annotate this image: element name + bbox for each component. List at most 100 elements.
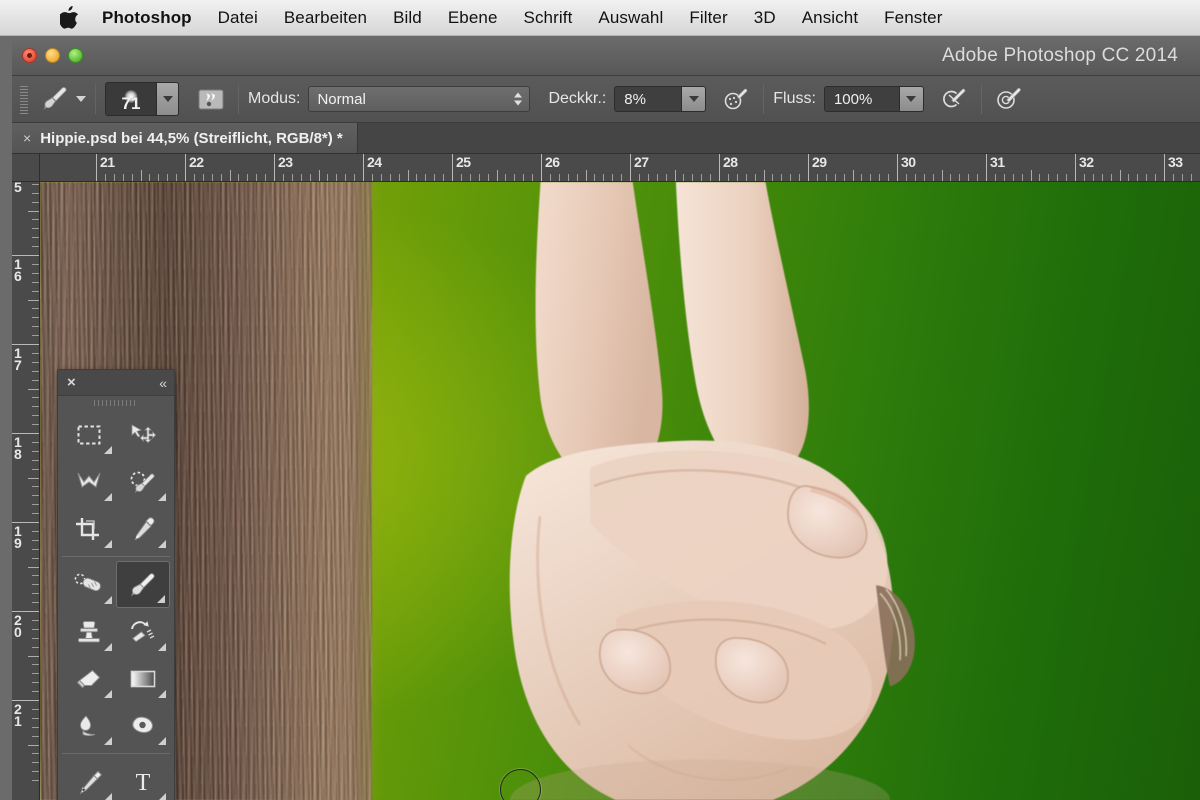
ruler-minor-tick [754, 174, 756, 181]
menu-item-bearbeiten[interactable]: Bearbeiten [271, 0, 380, 36]
ruler-minor-tick [843, 174, 845, 181]
menu-item-3d[interactable]: 3D [741, 0, 789, 36]
menu-item-auswahl[interactable]: Auswahl [585, 0, 676, 36]
menu-item-photoshop[interactable]: Photoshop [92, 0, 205, 36]
ruler-minor-tick [425, 174, 427, 181]
blend-mode-select[interactable]: Normal [308, 86, 531, 112]
brush-size-dropdown-button[interactable] [157, 82, 179, 116]
horizontal-ruler[interactable]: 21 22 23 24 25 26 27 28 29 30 31 32 33 [40, 154, 1200, 182]
ruler-minor-tick [460, 174, 462, 181]
image-canvas[interactable] [40, 182, 1200, 800]
opacity-pressure-icon[interactable] [718, 84, 754, 114]
opacity-label: Deckkr.: [548, 90, 607, 107]
zoom-button[interactable] [68, 48, 83, 63]
work-area: 21222324252627282930313233 1 51 61 71 81… [12, 154, 1200, 800]
ruler-minor-tick [32, 673, 39, 675]
opacity-control[interactable]: 8% [614, 86, 707, 112]
macos-menu-bar: Photoshop Datei Bearbeiten Bild Ebene Sc… [0, 0, 1200, 36]
options-bar-grip[interactable] [16, 84, 32, 114]
ruler-minor-tick [1190, 174, 1192, 181]
ruler-label: 2 0 [14, 612, 22, 640]
brush-panel-toggle-icon[interactable] [193, 84, 229, 114]
svg-text:T: T [136, 770, 151, 795]
ruler-minor-tick [300, 174, 302, 181]
close-button[interactable] [22, 48, 37, 63]
ruler-minor-tick [1110, 174, 1112, 181]
ruler-minor-tick [32, 646, 39, 648]
tool-gradient[interactable] [116, 655, 170, 702]
tool-rectangular-marquee[interactable] [62, 411, 116, 458]
airbrush-icon[interactable] [936, 84, 972, 114]
flow-dropdown-button[interactable] [899, 86, 924, 112]
brush-size-control[interactable]: 71 [105, 82, 179, 116]
ruler-label: 22 [189, 154, 204, 170]
ruler-label: 1 6 [14, 256, 22, 284]
tool-blur[interactable] [62, 702, 116, 749]
ruler-origin-box[interactable] [12, 154, 40, 182]
ruler-minor-tick [389, 174, 391, 181]
tool-pen[interactable] [62, 758, 116, 800]
menu-item-filter[interactable]: Filter [676, 0, 740, 36]
menu-item-ebene[interactable]: Ebene [435, 0, 511, 36]
apple-logo-icon[interactable] [52, 6, 86, 29]
opacity-input[interactable]: 8% [614, 86, 683, 112]
ruler-minor-tick [32, 183, 39, 185]
tools-panel-grip[interactable] [58, 396, 174, 410]
ruler-label: 33 [1168, 154, 1183, 170]
brush-tool-icon[interactable] [38, 84, 74, 114]
ruler-minor-tick [576, 174, 578, 181]
ruler-major-tick [185, 154, 186, 181]
tool-quick-selection[interactable] [116, 458, 170, 505]
ruler-minor-tick [32, 326, 39, 328]
minimize-button[interactable] [45, 48, 60, 63]
menu-item-schrift[interactable]: Schrift [511, 0, 586, 36]
ruler-minor-tick [32, 602, 39, 604]
ruler-minor-tick [594, 174, 596, 181]
tool-dodge[interactable] [116, 702, 170, 749]
ruler-label: 1 8 [14, 434, 22, 462]
ruler-minor-tick [32, 593, 39, 595]
brush-preview[interactable]: 71 [105, 82, 157, 116]
ruler-minor-tick [1083, 174, 1085, 181]
tool-spot-healing-brush[interactable] [62, 561, 116, 608]
tool-clone-stamp[interactable] [62, 608, 116, 655]
document-tab[interactable]: × Hippie.psd bei 44,5% (Streiflicht, RGB… [12, 123, 358, 153]
ruler-minor-tick [32, 281, 39, 283]
mode-label: Modus: [248, 90, 301, 107]
flow-control[interactable]: 100% [823, 86, 924, 112]
brush-preset-caret-icon[interactable] [76, 96, 86, 102]
flow-input[interactable]: 100% [823, 86, 900, 112]
close-icon[interactable]: × [23, 131, 31, 145]
tool-move[interactable] [116, 411, 170, 458]
tool-lasso[interactable] [62, 458, 116, 505]
menu-item-fenster[interactable]: Fenster [871, 0, 955, 36]
tool-brush[interactable] [116, 561, 170, 608]
ruler-minor-tick [32, 192, 39, 194]
ruler-minor-tick [167, 174, 169, 181]
close-icon[interactable]: × [67, 375, 76, 390]
ruler-minor-tick [32, 450, 39, 452]
ruler-minor-tick [852, 170, 854, 181]
divider [980, 84, 982, 114]
tool-eraser[interactable] [62, 655, 116, 702]
tool-eyedropper[interactable] [116, 505, 170, 552]
menu-item-datei[interactable]: Datei [205, 0, 271, 36]
brush-pressure-icon[interactable] [991, 84, 1027, 114]
tool-history-brush[interactable] [116, 608, 170, 655]
menu-item-ansicht[interactable]: Ansicht [789, 0, 871, 36]
menu-item-bild[interactable]: Bild [380, 0, 435, 36]
ruler-minor-tick [1066, 174, 1068, 181]
ruler-minor-tick [407, 170, 409, 181]
ruler-minor-tick [487, 174, 489, 181]
document-tab-title: Hippie.psd bei 44,5% (Streiflicht, RGB/8… [40, 129, 343, 147]
ruler-minor-tick [32, 441, 39, 443]
ruler-major-tick [897, 154, 898, 181]
opacity-dropdown-button[interactable] [682, 86, 707, 112]
flyout-indicator-icon [104, 446, 112, 454]
tool-crop[interactable] [62, 505, 116, 552]
photoshop-screen: Photoshop Datei Bearbeiten Bild Ebene Sc… [0, 0, 1200, 800]
collapse-icon[interactable]: « [159, 375, 167, 391]
tool-type[interactable]: T [116, 758, 170, 800]
ruler-minor-tick [1048, 174, 1050, 181]
vertical-ruler[interactable]: 1 5 1 6 1 7 1 8 1 9 2 0 2 1 [12, 182, 40, 800]
